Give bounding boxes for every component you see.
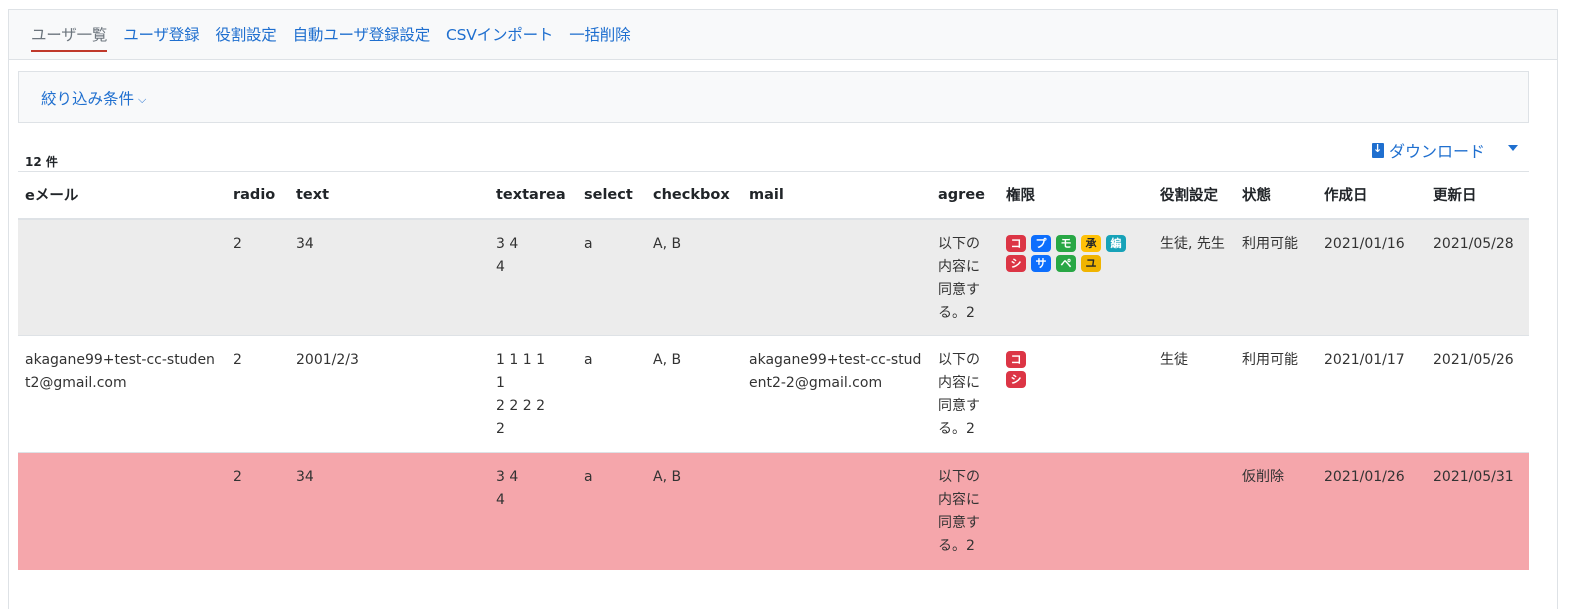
col-header-agree[interactable]: agree: [931, 171, 999, 220]
cell-mail: akagane99+test-cc-student2-2@gmail.com: [742, 335, 931, 453]
cell-select: a: [577, 218, 646, 336]
permission-badge: コ: [1006, 351, 1026, 368]
cell-radio: 2: [226, 335, 289, 453]
cell-agree: 以下の内容に同意する。2: [931, 335, 999, 453]
cell-email: [18, 452, 226, 570]
col-header-email[interactable]: eメール: [18, 171, 226, 220]
textarea-line: 4: [496, 492, 505, 508]
cell-select: a: [577, 452, 646, 570]
cell-status: 利用可能: [1235, 335, 1317, 453]
cell-mail: [742, 452, 931, 570]
result-count: 12 件: [25, 155, 58, 169]
cell-email: [18, 218, 226, 336]
cell-select: a: [577, 335, 646, 453]
nav-tabs: ユーザ一覧 ユーザ登録 役割設定 自動ユーザ登録設定 CSVインポート 一括削除: [9, 10, 1557, 60]
table-row[interactable]: 2 34 3 4 4 a A, B 以下の内容に同意する。2 仮削除 2021/…: [18, 452, 1529, 570]
table-header-row: eメール radio text textarea select checkbox…: [18, 171, 1529, 220]
tab-csv-import[interactable]: CSVインポート: [446, 23, 553, 50]
col-header-status[interactable]: 状態: [1235, 171, 1317, 220]
file-download-icon: [1372, 142, 1384, 158]
col-header-checkbox[interactable]: checkbox: [646, 171, 742, 220]
filter-label: 絞り込み条件: [41, 90, 135, 108]
permission-badge: プ: [1031, 234, 1051, 252]
tab-bulk-delete[interactable]: 一括削除: [569, 23, 630, 50]
textarea-line: 1 1 1 1: [496, 352, 545, 368]
cell-updated: 2021/05/28: [1426, 218, 1529, 336]
tab-role-settings[interactable]: 役割設定: [215, 23, 276, 50]
permission-badge: サ: [1031, 254, 1051, 272]
permission-badge: モ: [1056, 234, 1076, 252]
col-header-created[interactable]: 作成日: [1317, 171, 1426, 220]
cell-created: 2021/01/26: [1317, 452, 1426, 570]
cell-roles: [1153, 452, 1235, 570]
col-header-roles[interactable]: 役割設定: [1153, 171, 1235, 220]
download-dropdown-toggle[interactable]: [1508, 142, 1520, 154]
textarea-line: 2: [496, 421, 505, 437]
cell-textarea: 1 1 1 1 1 2 2 2 2 2: [489, 335, 577, 453]
permission-badge: シ: [1006, 254, 1026, 272]
tab-user-register[interactable]: ユーザ登録: [123, 23, 199, 50]
cell-radio: 2: [226, 452, 289, 570]
cell-updated: 2021/05/31: [1426, 452, 1529, 570]
cell-radio: 2: [226, 218, 289, 336]
textarea-line: 1: [496, 375, 505, 391]
permission-badge: ペ: [1056, 254, 1076, 272]
tab-user-list[interactable]: ユーザ一覧: [31, 23, 107, 52]
textarea-line: 3 4: [496, 235, 519, 252]
user-table: eメール radio text textarea select checkbox…: [18, 171, 1529, 570]
download-button[interactable]: ダウンロード: [1372, 138, 1485, 162]
cell-updated: 2021/05/26: [1426, 335, 1529, 453]
col-header-select[interactable]: select: [577, 171, 646, 220]
permission-badge: ユ: [1081, 254, 1101, 272]
cell-status: 利用可能: [1235, 218, 1317, 336]
cell-checkbox: A, B: [646, 452, 742, 570]
cell-checkbox: A, B: [646, 335, 742, 453]
cell-text: 34: [289, 218, 489, 336]
cell-roles: 生徒, 先生: [1153, 218, 1235, 336]
permission-badge: シ: [1006, 371, 1026, 388]
col-header-mail[interactable]: mail: [742, 171, 931, 220]
cell-textarea: 3 4 4: [489, 218, 577, 336]
textarea-line: 4: [496, 258, 505, 275]
permission-badges: コ シ: [1006, 349, 1030, 388]
cell-agree: 以下の内容に同意する。2: [931, 452, 999, 570]
chevron-down-icon: ⌵: [138, 93, 147, 106]
cell-permissions: [999, 452, 1153, 570]
permission-badge: 承: [1081, 234, 1101, 252]
cell-created: 2021/01/16: [1317, 218, 1426, 336]
filter-toggle[interactable]: 絞り込み条件 ⌵: [41, 87, 146, 109]
cell-checkbox: A, B: [646, 218, 742, 336]
cell-status: 仮削除: [1235, 452, 1317, 570]
col-header-permissions[interactable]: 権限: [999, 171, 1153, 220]
col-header-radio[interactable]: radio: [226, 171, 289, 220]
tab-auto-register-settings[interactable]: 自動ユーザ登録設定: [293, 23, 431, 50]
filter-panel: 絞り込み条件 ⌵: [18, 71, 1529, 123]
permission-badges: コ プ モ 承 編 シ サ ペ ユ: [1006, 233, 1138, 272]
cell-roles: 生徒: [1153, 335, 1235, 453]
table-row[interactable]: akagane99+test-cc-student2@gmail.com 2 2…: [18, 335, 1529, 453]
col-header-text[interactable]: text: [289, 171, 489, 220]
textarea-line: 2 2 2 2: [496, 398, 545, 414]
cell-created: 2021/01/17: [1317, 335, 1426, 453]
col-header-updated[interactable]: 更新日: [1426, 171, 1529, 220]
cell-textarea: 3 4 4: [489, 452, 577, 570]
textarea-line: 3 4: [496, 469, 519, 485]
download-label: ダウンロード: [1389, 142, 1486, 161]
col-header-textarea[interactable]: textarea: [489, 171, 577, 220]
cell-permissions: コ プ モ 承 編 シ サ ペ ユ: [999, 218, 1153, 336]
cell-mail: [742, 218, 931, 336]
cell-permissions: コ シ: [999, 335, 1153, 453]
cell-email: akagane99+test-cc-student2@gmail.com: [18, 335, 226, 453]
cell-text: 34: [289, 452, 489, 570]
permission-badge: 編: [1106, 234, 1126, 252]
cell-text: 2001/2/3: [289, 335, 489, 453]
permission-badge: コ: [1006, 234, 1026, 252]
cell-agree: 以下の内容に同意する。2: [931, 218, 999, 336]
table-row[interactable]: 2 34 3 4 4 a A, B 以下の内容に同意する。2 コ プ モ 承 編…: [18, 218, 1529, 336]
